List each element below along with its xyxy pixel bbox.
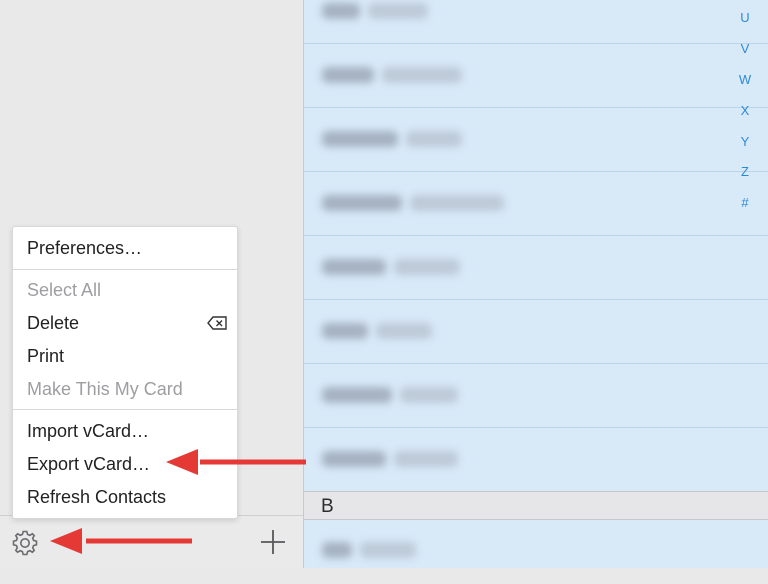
menu-item-delete[interactable]: Delete xyxy=(13,307,237,339)
contact-row[interactable] xyxy=(304,44,768,108)
contact-row[interactable] xyxy=(304,364,768,428)
contact-name-blurred xyxy=(322,450,458,468)
contact-row[interactable] xyxy=(304,428,768,492)
menu-item-label: Print xyxy=(27,346,65,366)
index-letter-w[interactable]: W xyxy=(737,72,753,87)
section-header-b: B xyxy=(304,491,768,520)
menu-item-label: Preferences… xyxy=(27,238,143,258)
menu-item-label: Select All xyxy=(27,280,102,300)
index-letter-v[interactable]: V xyxy=(737,41,753,56)
menu-separator xyxy=(13,409,237,410)
contact-name-blurred xyxy=(322,541,416,559)
index-letter-x[interactable]: X xyxy=(737,103,753,118)
annotation-arrow-export xyxy=(166,449,306,475)
index-letter-hash[interactable]: # xyxy=(737,195,753,210)
gear-icon xyxy=(12,530,38,556)
annotation-arrow-settings xyxy=(50,528,192,554)
contact-name-blurred xyxy=(322,66,462,84)
menu-item-label: Make This My Card xyxy=(27,379,183,399)
contact-row[interactable] xyxy=(304,108,768,172)
contacts-list xyxy=(304,0,768,568)
menu-item-label: Import vCard… xyxy=(27,421,150,441)
contact-row[interactable] xyxy=(304,0,768,44)
menu-item-print[interactable]: Print xyxy=(13,340,237,372)
contact-name-blurred xyxy=(322,258,460,276)
menu-separator xyxy=(13,269,237,270)
contact-row[interactable] xyxy=(304,521,768,584)
contact-name-blurred xyxy=(322,386,458,404)
contact-name-blurred xyxy=(322,322,432,340)
menu-item-select-all: Select All xyxy=(13,274,237,306)
menu-item-make-this-my-card: Make This My Card xyxy=(13,373,237,405)
menu-item-refresh-contacts[interactable]: Refresh Contacts xyxy=(13,481,237,513)
index-letter-z[interactable]: Z xyxy=(737,164,753,179)
menu-item-label: Refresh Contacts xyxy=(27,487,167,507)
contact-name-blurred xyxy=(322,194,504,212)
contact-name-blurred xyxy=(322,2,428,20)
menu-item-preferences[interactable]: Preferences… xyxy=(13,232,237,264)
contact-row[interactable] xyxy=(304,300,768,364)
contact-row[interactable] xyxy=(304,236,768,300)
menu-item-label: Export vCard… xyxy=(27,454,151,474)
contact-name-blurred xyxy=(322,130,462,148)
settings-button[interactable] xyxy=(10,528,40,558)
add-contact-button[interactable] xyxy=(259,528,287,556)
index-letter-y[interactable]: Y xyxy=(737,134,753,149)
menu-item-label: Delete xyxy=(27,313,80,333)
contact-row[interactable] xyxy=(304,172,768,236)
plus-icon xyxy=(261,530,285,554)
index-letter-u[interactable]: U xyxy=(737,10,753,25)
delete-backward-icon xyxy=(207,316,227,330)
menu-item-import-vcard[interactable]: Import vCard… xyxy=(13,415,237,447)
